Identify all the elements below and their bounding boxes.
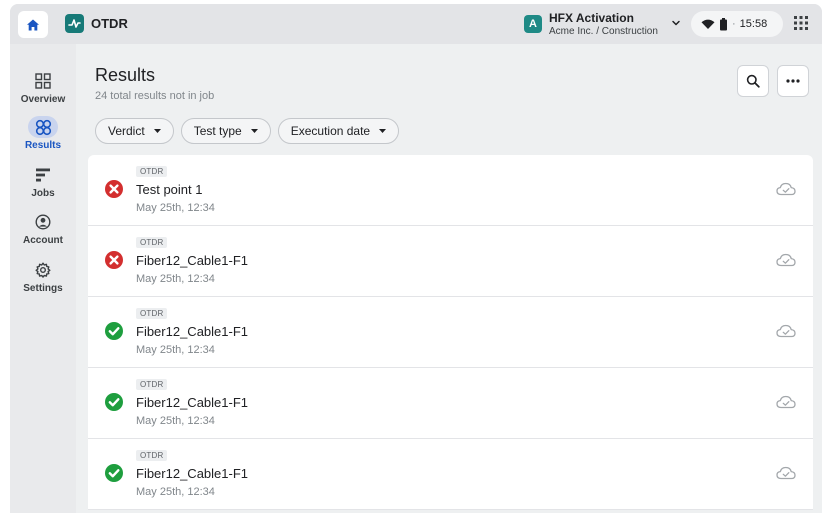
result-row[interactable]: OTDR Fiber12_Cable1-F1 May 25th, 12:34 — [88, 226, 813, 297]
home-icon — [27, 19, 39, 30]
caret-down-icon — [250, 129, 258, 133]
page-subtitle: 24 total results not in job — [95, 90, 215, 102]
filter-test-type[interactable]: Test type — [180, 118, 271, 144]
pass-verdict-icon — [105, 393, 123, 411]
result-row[interactable]: OTDR Test point 1 May 25th, 12:34 — [88, 155, 813, 226]
sidebar-item-label: Jobs — [31, 188, 55, 199]
wifi-icon — [701, 19, 715, 29]
cloud-synced-icon[interactable] — [776, 253, 796, 272]
test-type-tag: OTDR — [136, 237, 168, 248]
pass-verdict-icon — [105, 322, 123, 340]
home-button[interactable] — [18, 11, 48, 38]
chevron-down-icon[interactable] — [670, 17, 682, 29]
caret-down-icon — [153, 129, 161, 133]
filter-label: Execution date — [290, 124, 371, 138]
result-name: Fiber12_Cable1-F1 — [136, 395, 249, 410]
sidebar-item-label: Results — [24, 140, 62, 151]
app-window: OTDR A HFX Activation Acme Inc. / Constr… — [10, 4, 822, 513]
sidebar-item-account[interactable]: Account — [10, 211, 76, 246]
filter-verdict[interactable]: Verdict — [95, 118, 174, 144]
cloud-synced-icon[interactable] — [776, 466, 796, 485]
battery-icon — [720, 17, 727, 30]
result-name: Fiber12_Cable1-F1 — [136, 466, 249, 481]
more-horizontal-icon — [786, 79, 800, 83]
cloud-synced-icon[interactable] — [776, 182, 796, 201]
search-icon — [746, 74, 760, 88]
top-bar: OTDR A HFX Activation Acme Inc. / Constr… — [10, 4, 822, 44]
more-options-button[interactable] — [777, 65, 809, 97]
account-icon — [35, 214, 51, 230]
cloud-synced-icon[interactable] — [776, 324, 796, 343]
sidebar-item-jobs[interactable]: Jobs — [10, 164, 76, 199]
result-name: Fiber12_Cable1-F1 — [136, 253, 249, 268]
result-name: Fiber12_Cable1-F1 — [136, 324, 249, 339]
filter-label: Test type — [193, 124, 242, 138]
settings-icon — [35, 262, 51, 278]
sidebar-item-results[interactable]: Results — [10, 116, 76, 151]
clock: 15:58 — [739, 18, 768, 30]
fail-verdict-icon — [105, 251, 123, 269]
sidebar-item-label: Overview — [20, 94, 66, 105]
apps-grid-icon[interactable] — [794, 16, 808, 30]
results-list: OTDR Test point 1 May 25th, 12:34 OTDR Fiber… — [88, 155, 813, 510]
org-avatar[interactable]: A — [524, 15, 542, 33]
sidebar-item-label: Account — [23, 235, 63, 246]
page-title: Results — [95, 65, 156, 85]
fail-verdict-icon — [105, 180, 123, 198]
sidebar-item-label: Settings — [23, 283, 63, 294]
result-date: May 25th, 12:34 — [136, 202, 215, 214]
main-content: Results 24 total results not in job Verd… — [76, 44, 822, 513]
result-name: Test point 1 — [136, 182, 203, 197]
sidebar-item-overview[interactable]: Overview — [10, 70, 76, 105]
caret-down-icon — [379, 129, 387, 133]
org-name[interactable]: HFX Activation — [549, 11, 634, 25]
sidebar: Overview Results Jobs Account Settings — [10, 44, 76, 513]
test-type-tag: OTDR — [136, 379, 168, 390]
result-row[interactable]: OTDR Fiber12_Cable1-F1 May 25th, 12:34 — [88, 439, 813, 510]
result-row[interactable]: OTDR Fiber12_Cable1-F1 May 25th, 12:34 — [88, 297, 813, 368]
filter-label: Verdict — [108, 124, 145, 138]
result-row[interactable]: OTDR Fiber12_Cable1-F1 May 25th, 12:34 — [88, 368, 813, 439]
result-date: May 25th, 12:34 — [136, 486, 215, 498]
result-date: May 25th, 12:34 — [136, 415, 215, 427]
filter-execution-date[interactable]: Execution date — [277, 118, 400, 144]
test-type-tag: OTDR — [136, 450, 168, 461]
search-button[interactable] — [737, 65, 769, 97]
dashboard-icon — [35, 73, 51, 89]
app-title: OTDR — [91, 16, 128, 31]
test-type-tag: OTDR — [136, 308, 168, 319]
result-date: May 25th, 12:34 — [136, 344, 215, 356]
filter-bar: Verdict Test type Execution date — [95, 118, 400, 144]
status-pill[interactable]: · 15:58 — [691, 11, 783, 37]
org-path[interactable]: Acme Inc. / Construction — [549, 26, 658, 38]
test-type-tag: OTDR — [136, 166, 168, 177]
status-separator: · — [732, 18, 736, 30]
results-icon — [35, 119, 51, 135]
pass-verdict-icon — [105, 464, 123, 482]
cloud-synced-icon[interactable] — [776, 395, 796, 414]
jobs-icon — [36, 168, 50, 182]
otdr-app-icon — [65, 14, 84, 33]
sidebar-item-settings[interactable]: Settings — [10, 259, 76, 294]
result-date: May 25th, 12:34 — [136, 273, 215, 285]
